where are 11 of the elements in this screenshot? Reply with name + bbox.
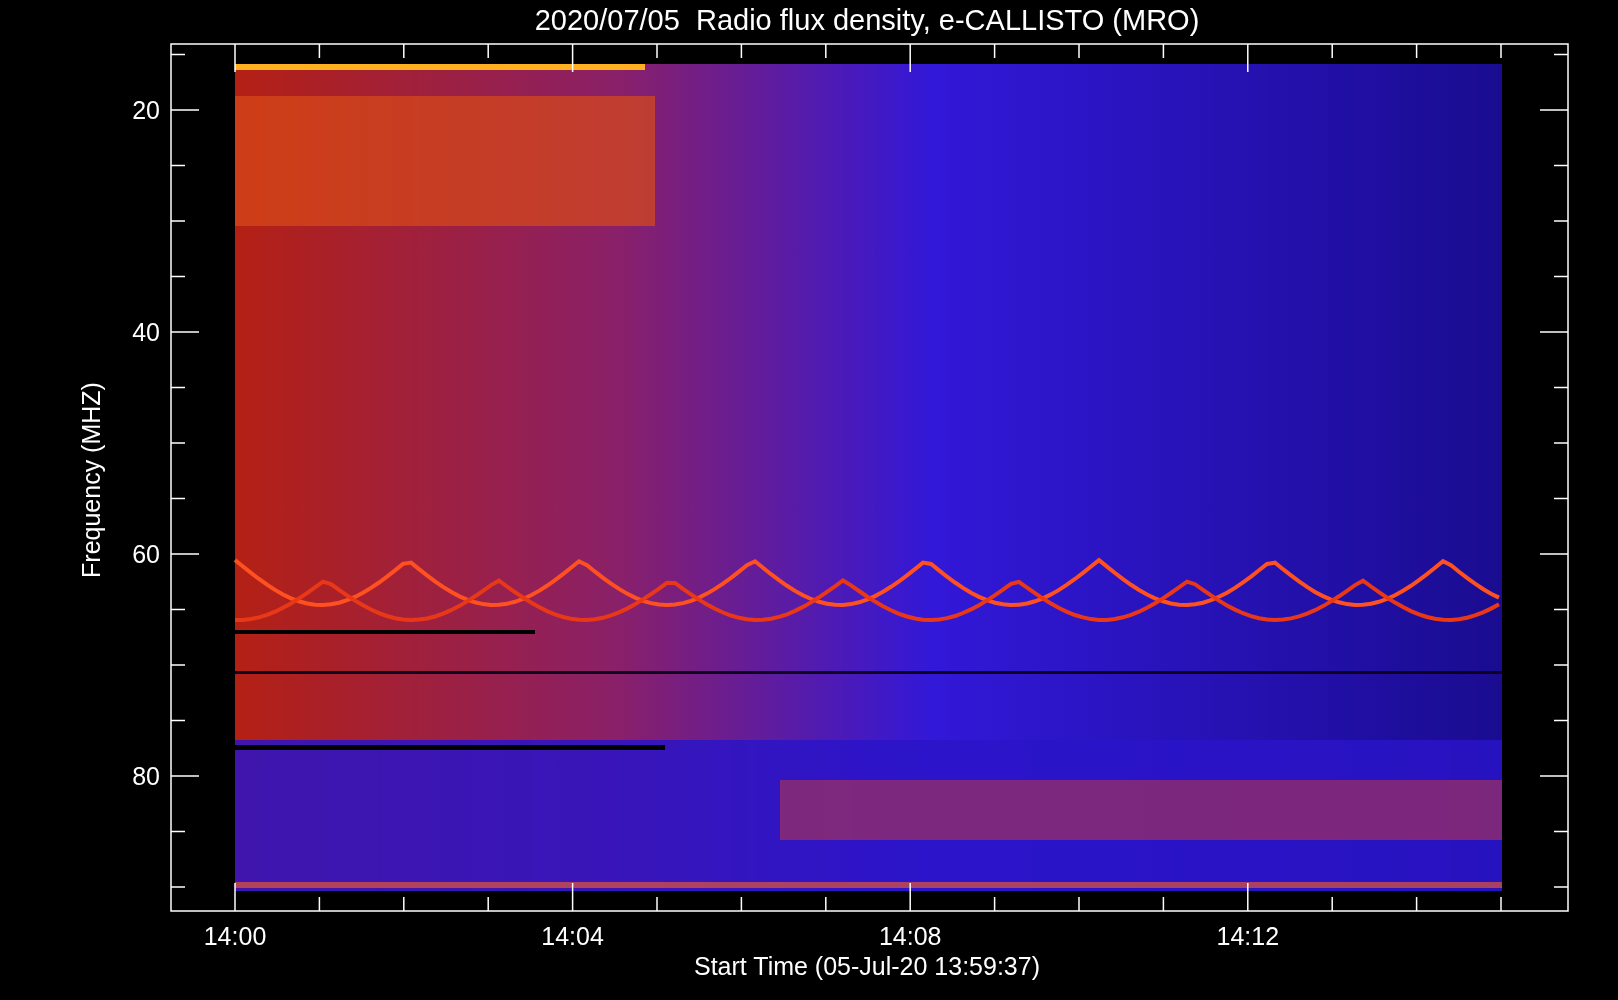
x-tick-label: 14:00: [203, 922, 267, 950]
x-tick-label: 14:04: [541, 922, 604, 950]
y-tick-label: 60: [132, 540, 160, 568]
x-tick-label: 14:08: [878, 922, 942, 950]
y-axis-label: Frequency (MHZ): [77, 382, 105, 578]
chart-title: 2020/07/05 Radio flux density, e-CALLISTO (MRO): [534, 4, 1200, 36]
y-tick-label: 40: [132, 318, 160, 346]
x-tick-label: 14:12: [1216, 922, 1280, 950]
y-tick-label: 80: [132, 762, 160, 790]
x-axis-label: Start Time (05-Jul-20 13:59:37): [694, 952, 1040, 980]
y-tick-label: 20: [132, 96, 160, 124]
